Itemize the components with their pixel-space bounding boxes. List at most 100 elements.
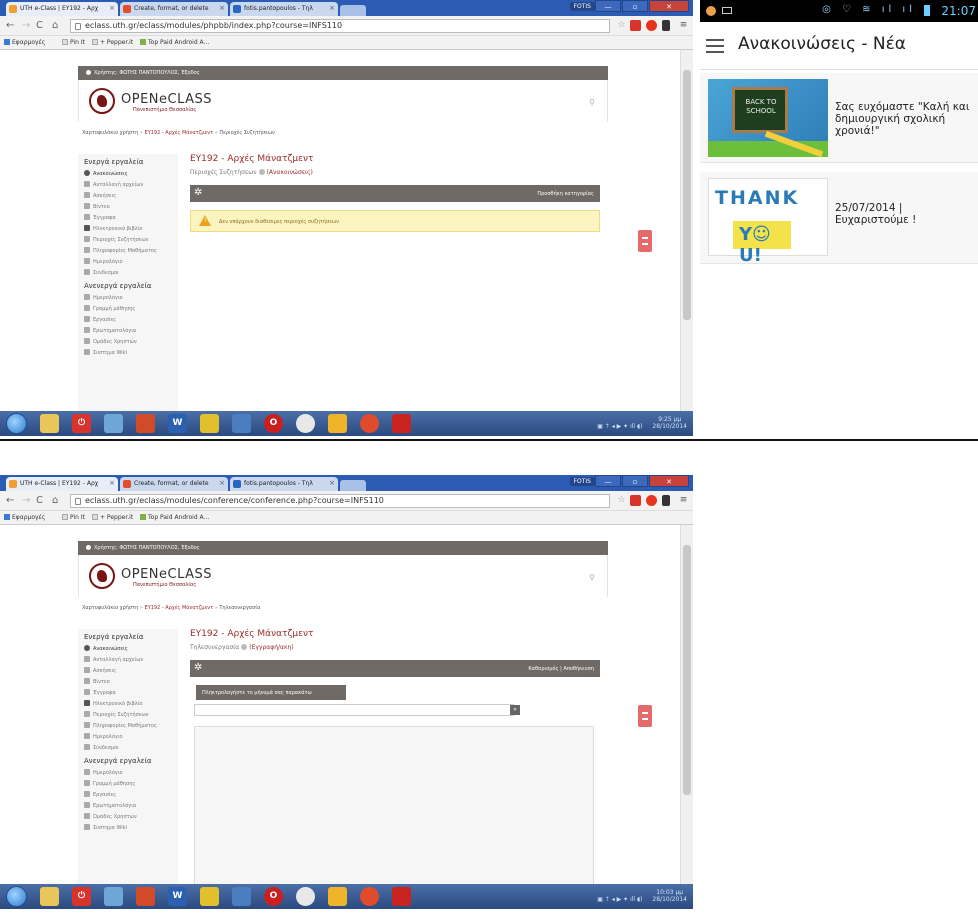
sidebar-item-ebook[interactable]: Ηλεκτρονικό βιβλίο	[78, 223, 178, 234]
scrollbar-thumb[interactable]	[683, 70, 691, 320]
sidebar-item-assignments[interactable]: Εργασίες	[78, 789, 178, 800]
pocket-icon[interactable]	[662, 20, 670, 31]
close-tab-icon[interactable]: ×	[219, 4, 225, 12]
sidebar-item-groups[interactable]: Ομάδες Χρηστών	[78, 336, 178, 347]
sidebar-item-links[interactable]: Σύνδεσμοι	[78, 742, 178, 753]
search-icon[interactable]: ⚲	[589, 573, 595, 582]
tool-taskbar-icon[interactable]	[232, 887, 251, 906]
add-category-link[interactable]: Προσθήκη κατηγορίας	[537, 191, 594, 197]
bookmark-android[interactable]: Top Paid Android A...	[140, 39, 209, 46]
gear-icon[interactable]: ✲	[194, 663, 202, 673]
sidebar-item-links[interactable]: Σύνδεσμοι	[78, 267, 178, 278]
news-list-item[interactable]: BACK TO SCHOOL Σας ευχόμαστε "Καλή και δ…	[700, 73, 978, 163]
office-taskbar-icon[interactable]	[136, 414, 155, 433]
close-tab-icon[interactable]: ×	[109, 4, 115, 12]
paint-taskbar-icon[interactable]	[200, 414, 219, 433]
chat-message-input[interactable]	[194, 704, 514, 716]
sidebar-item-ebook[interactable]: Ηλεκτρονικό βιβλίο	[78, 698, 178, 709]
minimize-button[interactable]: —	[595, 0, 621, 12]
paint-taskbar-icon[interactable]	[200, 887, 219, 906]
app-taskbar-icon[interactable]	[104, 414, 123, 433]
app-taskbar-icon[interactable]	[104, 887, 123, 906]
sidebar-item-forums[interactable]: Περιοχές Συζητήσεων	[78, 234, 178, 245]
sidebar-item-learning-path[interactable]: Γραμμή μάθησης	[78, 303, 178, 314]
tab-create-format[interactable]: Create, format, or delete ×	[120, 2, 228, 16]
reload-icon[interactable]: C	[36, 495, 43, 506]
address-bar[interactable]: eclass.uth.gr/eclass/modules/conference/…	[70, 494, 610, 508]
media-taskbar-icon[interactable]	[328, 887, 347, 906]
sidebar-item-dropbox[interactable]: Ανταλλαγή αρχείων	[78, 179, 178, 190]
tool-taskbar-icon[interactable]	[232, 414, 251, 433]
sidebar-item-learning-path[interactable]: Γραμμή μάθησης	[78, 778, 178, 789]
gear-icon[interactable]: ✲	[194, 188, 202, 198]
office-taskbar-icon[interactable]	[136, 887, 155, 906]
acrobat-taskbar-icon[interactable]	[392, 414, 411, 433]
sidebar-item-assignments[interactable]: Εργασίες	[78, 314, 178, 325]
acrobat-taskbar-icon[interactable]	[392, 887, 411, 906]
clear-save-links[interactable]: Καθαρισμός | Αποθήκευση	[528, 666, 594, 672]
clock[interactable]: 9:25 μμ 28/10/2014	[652, 416, 687, 430]
scroll-top-icon[interactable]	[638, 230, 652, 252]
star-icon[interactable]: ☆	[616, 20, 627, 31]
chrome-taskbar-icon[interactable]	[296, 414, 315, 433]
explorer-taskbar-icon[interactable]	[40, 887, 59, 906]
sidebar-item-video[interactable]: Βίντεο	[78, 201, 178, 212]
bookmark-pepper[interactable]: + Pepper.it	[92, 39, 133, 46]
sidebar-item-groups[interactable]: Ομάδες Χρηστών	[78, 811, 178, 822]
close-tab-icon[interactable]: ×	[109, 479, 115, 487]
scroll-top-icon[interactable]	[638, 705, 652, 727]
bookmark-pepper[interactable]: + Pepper.it	[92, 514, 133, 521]
sidebar-item-documents[interactable]: Έγγραφα	[78, 212, 178, 223]
bookmark-android[interactable]: Top Paid Android A...	[140, 514, 209, 521]
record-taskbar-icon[interactable]	[360, 414, 379, 433]
sidebar-item-questionnaires[interactable]: Ερωτηματολόγια	[78, 325, 178, 336]
search-icon[interactable]: ⚲	[589, 98, 595, 107]
star-icon[interactable]: ☆	[616, 495, 627, 506]
chrome-taskbar-icon[interactable]	[296, 887, 315, 906]
tab-mail[interactable]: fotis.pantopoulos - Τηλ ×	[230, 2, 338, 16]
hamburger-menu-icon[interactable]	[706, 39, 724, 53]
scrollbar-thumb[interactable]	[683, 545, 691, 795]
sidebar-item-dropbox[interactable]: Ανταλλαγή αρχείων	[78, 654, 178, 665]
menu-icon[interactable]: ≡	[678, 20, 689, 31]
sidebar-item-course-info[interactable]: Πληροφορίες Μαθήματος	[78, 245, 178, 256]
word-taskbar-icon[interactable]: W	[168, 414, 187, 433]
help-icon[interactable]	[258, 169, 265, 175]
sidebar-item-questionnaires[interactable]: Ερωτηματολόγια	[78, 800, 178, 811]
bookmark-pinit[interactable]: Pin It	[62, 39, 85, 46]
record-taskbar-icon[interactable]	[360, 887, 379, 906]
clock[interactable]: 10:03 μμ 28/10/2014	[652, 889, 687, 903]
sidebar-item-course-info[interactable]: Πληροφορίες Μαθήματος	[78, 720, 178, 731]
address-bar[interactable]: eclass.uth.gr/eclass/modules/phpbb/index…	[70, 19, 610, 33]
sidebar-item-announcements[interactable]: Ανακοινώσεις	[78, 643, 178, 654]
tray-icons[interactable]: ▣ ⇡ ◂ ▶ ✦ ıll ◖)	[597, 423, 642, 430]
opera-icon[interactable]	[646, 20, 657, 31]
back-arrow-icon[interactable]: ←	[6, 20, 14, 31]
new-tab-button[interactable]	[340, 480, 366, 491]
close-tab-icon[interactable]: ×	[329, 4, 335, 12]
maximize-button[interactable]: ▫	[622, 475, 648, 487]
sidebar-item-video[interactable]: Βίντεο	[78, 676, 178, 687]
minimize-button[interactable]: —	[595, 475, 621, 487]
home-icon[interactable]: ⌂	[52, 495, 58, 506]
openeclass-logo[interactable]: OPENeCLASS	[121, 92, 212, 107]
tab-create-format[interactable]: Create, format, or delete ×	[120, 477, 228, 491]
extension-red-icon[interactable]	[630, 495, 641, 506]
reload-icon[interactable]: C	[36, 20, 43, 31]
openeclass-logo[interactable]: OPENeCLASS	[121, 567, 212, 582]
start-button[interactable]	[6, 413, 27, 434]
extension-red-icon[interactable]	[630, 20, 641, 31]
bookmark-apps[interactable]: Εφαρμογές	[4, 39, 45, 46]
close-window-button[interactable]: ✕	[649, 0, 689, 12]
maximize-button[interactable]: ▫	[622, 0, 648, 12]
opera-icon[interactable]	[646, 495, 657, 506]
start-button[interactable]	[6, 886, 27, 907]
bookmark-pinit[interactable]: Pin It	[62, 514, 85, 521]
word-taskbar-icon[interactable]: W	[168, 887, 187, 906]
pocket-icon[interactable]	[662, 495, 670, 506]
page-scrollbar[interactable]	[680, 525, 693, 886]
forward-arrow-icon[interactable]: →	[22, 20, 30, 31]
sidebar-item-calendar[interactable]: Ημερολόγιο	[78, 731, 178, 742]
sidebar-item-agenda[interactable]: Ημερολόγιο	[78, 767, 178, 778]
explorer-taskbar-icon[interactable]	[40, 414, 59, 433]
